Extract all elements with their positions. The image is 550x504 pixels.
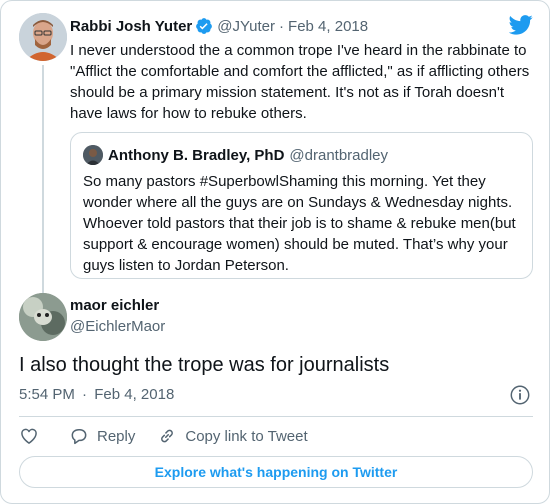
separator-dot: · [279,17,285,35]
avatar[interactable] [19,13,67,61]
quoted-tweet-header: Anthony B. Bradley, PhD @drantbradley [83,145,388,165]
like-button[interactable] [19,426,47,446]
twitter-bird-icon[interactable] [509,15,533,35]
action-bar: Reply Copy link to Tweet [19,425,330,447]
explore-twitter-button[interactable]: Explore what's happening on Twitter [19,456,533,488]
quoted-author-name: Anthony B. Bradley, PhD [108,146,285,164]
author-handle[interactable]: @EichlerMaor [70,318,165,335]
author-name[interactable]: Rabbi Josh Yuter [70,18,192,35]
parent-tweet-text: I never understood the a common trope I'… [70,42,530,122]
quoted-tweet[interactable]: Anthony B. Bradley, PhD @drantbradley So… [70,132,533,279]
tweet-embed-card: Rabbi Josh Yuter @JYuter · Feb 4, 2018 I… [0,0,550,504]
tweet-date: Feb 4, 2018 [94,386,175,403]
heart-icon [21,428,37,444]
quoted-tweet-text: So many pastors #SuperbowlShaming this m… [83,173,516,274]
copy-link-label: Copy link to Tweet [185,427,308,445]
avatar[interactable] [19,293,67,341]
reply-button[interactable]: Reply [69,426,135,446]
tweet-time: 5:54 PM [19,386,75,403]
separator-dot: · [82,386,88,403]
reply-icon [71,429,87,445]
author-handle[interactable]: @JYuter [217,18,275,35]
tweet-timestamp[interactable]: 5:54 PM · Feb 4, 2018 [19,386,174,403]
link-icon [161,429,174,443]
reply-label: Reply [97,427,136,445]
quoted-author-handle: @drantbradley [289,146,389,164]
quoted-avatar [83,145,103,165]
parent-tweet-header: Rabbi Josh Yuter @JYuter · Feb 4, 2018 [70,17,368,35]
divider [19,416,533,417]
verified-badge-icon [196,18,213,34]
author-name[interactable]: maor eichler [70,297,159,314]
thread-connector-line [42,65,44,293]
tweet-text: I also thought the trope was for journal… [19,354,390,376]
copy-link-button[interactable]: Copy link to Tweet [157,426,308,446]
tweet-date[interactable]: Feb 4, 2018 [288,18,368,35]
info-icon[interactable] [509,384,531,406]
